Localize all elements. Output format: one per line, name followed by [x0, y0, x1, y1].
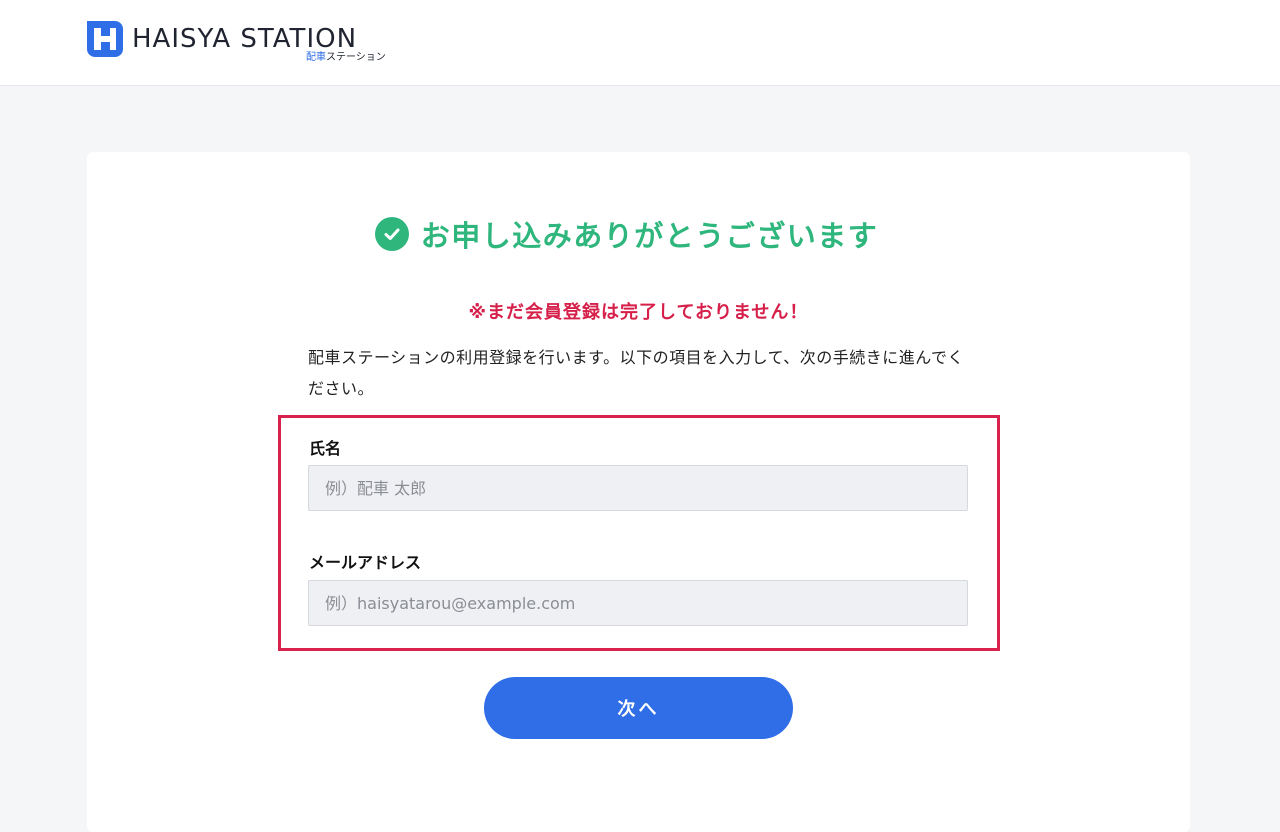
page-title: お申し込みありがとうございます	[420, 219, 879, 253]
registration-incomplete-warning: ※まだ会員登録は完了しておりません！	[468, 302, 809, 323]
logo-subtitle: 配車ステーション	[306, 52, 386, 64]
logo-subtitle-rest: ステーション	[326, 52, 386, 63]
registration-form: 氏名 メールアドレス	[278, 415, 1000, 651]
name-input[interactable]	[308, 465, 968, 511]
logo-h-mark-icon	[87, 21, 123, 57]
name-field-label: 氏名	[309, 439, 342, 458]
email-input[interactable]	[308, 580, 968, 626]
logo-text: HAISYA STATION	[132, 24, 358, 54]
registration-card: お申し込みありがとうございます ※まだ会員登録は完了しておりません！ 配車ステー…	[87, 152, 1190, 832]
email-field-label: メールアドレス	[309, 553, 422, 572]
header: HAISYA STATION 配車ステーション	[0, 0, 1280, 86]
check-circle-icon	[374, 217, 409, 251]
logo-subtitle-highlight: 配車	[306, 52, 326, 63]
next-button[interactable]: 次へ	[484, 677, 793, 739]
page-title-row: お申し込みありがとうございます	[87, 214, 1190, 254]
intro-text: 配車ステーションの利用登録を行います。以下の項目を入力して、次の手続きに進んでく…	[308, 348, 965, 398]
